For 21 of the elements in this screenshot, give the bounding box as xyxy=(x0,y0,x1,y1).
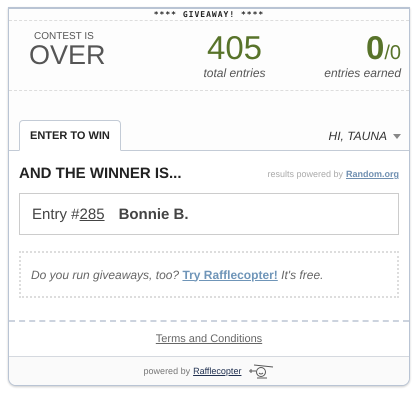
promo-text: Do you run giveaways, too? Try Rafflecopter! It's free. xyxy=(31,268,324,282)
winner-heading: AND THE WINNER IS... xyxy=(19,164,182,182)
user-menu[interactable]: HI, TAUNA xyxy=(328,129,401,143)
footer-link[interactable]: Rafflecopter xyxy=(193,366,242,376)
credit-text: results powered by xyxy=(267,169,343,179)
stat-suffix: /0 xyxy=(384,42,401,64)
stat-label: total entries xyxy=(203,66,266,80)
terms-link[interactable]: Terms and Conditions xyxy=(156,333,262,345)
status-caption: CONTEST IS xyxy=(34,31,95,42)
entry-label: Entry #285 xyxy=(32,206,105,222)
status-value: OVER xyxy=(29,42,107,68)
stat-value: 0 xyxy=(366,29,384,66)
winner-name: Bonnie B. xyxy=(118,206,189,222)
entry-number-link[interactable]: 285 xyxy=(80,206,105,222)
caret-icon xyxy=(393,134,401,138)
footer-text: powered by xyxy=(144,366,190,376)
giveaway-banner: **** GIVEAWAY! **** xyxy=(9,9,409,21)
helicopter-icon xyxy=(248,363,274,379)
tab[interactable]: ENTER TO WIN xyxy=(19,120,121,151)
stat-label: entries earned xyxy=(324,66,401,80)
stat-value: 405 xyxy=(206,29,262,66)
